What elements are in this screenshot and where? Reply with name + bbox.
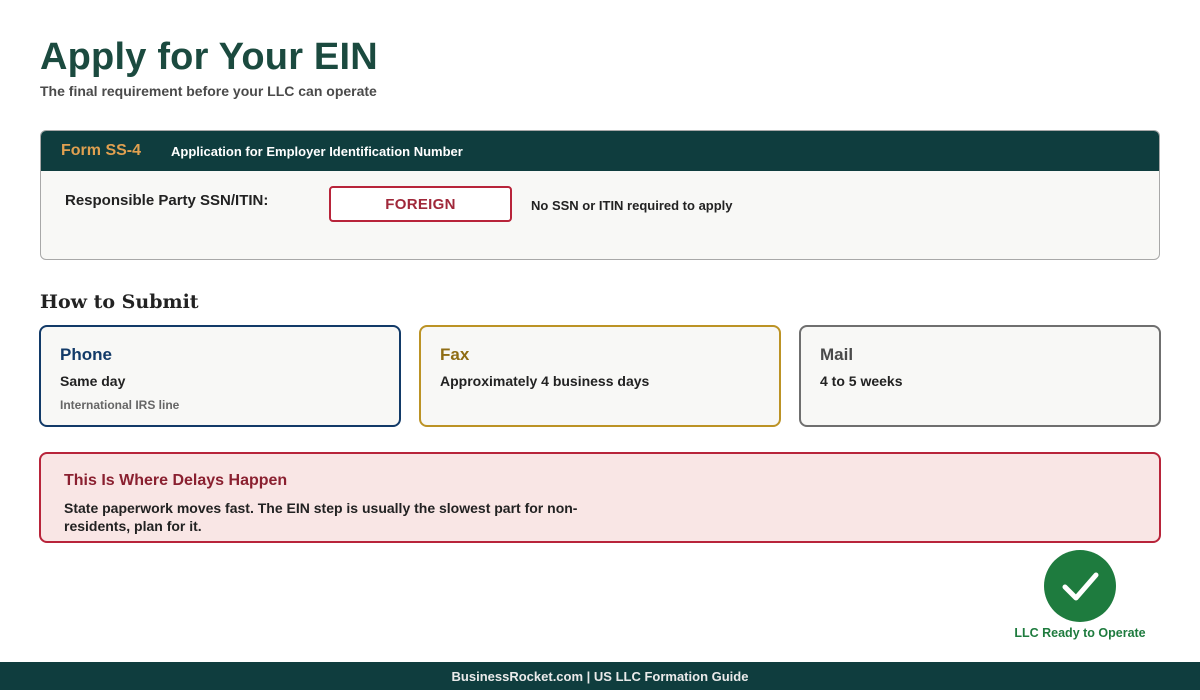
form-id: Form SS-4 (61, 142, 142, 159)
form-header: Form SS-4 Application for Employer Ident… (41, 131, 1159, 171)
form-description: Application for Employer Identification … (171, 143, 463, 159)
method-title: Phone (60, 345, 112, 364)
page-title: Apply for Your EIN (40, 36, 378, 78)
footer: BusinessRocket.com | US LLC Formation Gu… (0, 662, 1200, 690)
responsible-party-note: No SSN or ITIN required to apply (531, 198, 733, 213)
submit-method-phone: Phone Same day International IRS line (39, 325, 401, 427)
method-title: Mail (820, 345, 854, 364)
submit-method-mail: Mail 4 to 5 weeks (799, 325, 1161, 427)
status-label: LLC Ready to Operate (1014, 626, 1146, 640)
method-time: 4 to 5 weeks (820, 373, 903, 389)
method-time: Approximately 4 business days (440, 373, 650, 389)
alert-text: State paperwork moves fast. The EIN step… (64, 500, 578, 534)
method-time: Same day (60, 373, 126, 389)
method-title: Fax (440, 345, 470, 364)
checkmark-icon (1044, 550, 1116, 622)
page-subtitle: The final requirement before your LLC ca… (40, 83, 377, 99)
section-heading-how-to-submit: How to Submit (40, 291, 199, 313)
submit-method-fax: Fax Approximately 4 business days (419, 325, 781, 427)
checkmark-glyph (1062, 572, 1099, 601)
method-note: International IRS line (60, 398, 180, 412)
responsible-party-label: Responsible Party SSN/ITIN: (65, 192, 269, 209)
delay-alert: This Is Where Delays Happen State paperw… (39, 452, 1161, 543)
form-ss4-card: Form SS-4 Application for Employer Ident… (40, 130, 1160, 260)
responsible-party-value: FOREIGN (329, 186, 512, 222)
alert-title: This Is Where Delays Happen (64, 472, 288, 489)
